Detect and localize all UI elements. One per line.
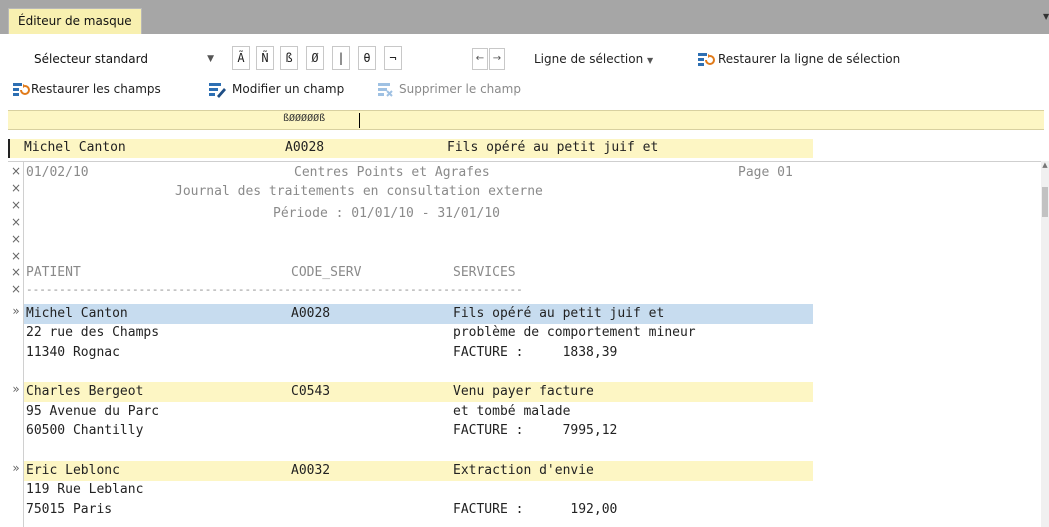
record-city: 60500 Chantilly <box>26 423 144 438</box>
ruler-mask-text: ßØØØØØß <box>283 113 326 124</box>
line-gutter: × × × × × × × × » » » <box>8 162 24 527</box>
ignore-mark-icon[interactable]: × <box>10 198 22 212</box>
tab-masque-editor[interactable]: Éditeur de masque <box>8 8 142 34</box>
delete-field-icon <box>377 82 393 97</box>
record-invoice: FACTURE : 7995,12 <box>453 423 618 438</box>
ignore-mark-icon[interactable]: × <box>10 232 22 246</box>
selection-line[interactable]: Michel Canton A0028 Fils opéré au petit … <box>8 139 813 158</box>
record-mark-icon[interactable]: » <box>10 304 22 318</box>
modify-field-button[interactable]: Modifier un champ <box>232 80 344 98</box>
report-journal-title: Journal des traitements en consultation … <box>175 184 543 199</box>
record-service: Extraction d'envie <box>453 463 594 478</box>
record-name: Eric Leblonc <box>26 463 120 478</box>
record-code: C0543 <box>291 384 331 399</box>
ignore-mark-icon[interactable]: × <box>10 265 22 279</box>
report-period: Période : 01/01/10 - 31/01/10 <box>273 206 500 221</box>
record-address: 22 rue des Champs <box>26 325 160 340</box>
record-code: A0032 <box>291 463 331 478</box>
restore-line-icon <box>697 52 715 66</box>
title-bar: Éditeur de masque ▼ <box>0 0 1049 34</box>
restore-selection-button[interactable]: Restaurer la ligne de sélection <box>718 50 900 68</box>
char-button-n-tilde[interactable]: Ñ <box>256 46 274 70</box>
selector-value: Sélecteur standard <box>34 52 148 66</box>
tab-dropdown-icon[interactable]: ▼ <box>1043 12 1049 22</box>
record-row-highlight <box>24 461 813 481</box>
ignore-mark-icon[interactable]: × <box>10 215 22 229</box>
nav-left-button[interactable]: ← <box>472 48 488 70</box>
report-page: Page 01 <box>738 165 793 180</box>
record-service: Fils opéré au petit juif et <box>453 306 665 321</box>
report-preview[interactable]: × × × × × × × × » » » 01/02/10 Centres P… <box>8 161 1044 527</box>
char-button-a-tilde[interactable]: Ã <box>232 46 250 70</box>
record-mark-icon[interactable]: » <box>10 382 22 396</box>
ignore-mark-icon[interactable]: × <box>10 181 22 195</box>
record-service-2: problème de comportement mineur <box>453 325 696 340</box>
record-name: Charles Bergeot <box>26 384 144 399</box>
record-service-2: et tombé malade <box>453 404 571 419</box>
selection-line-label: Ligne de sélection <box>534 52 644 66</box>
record-city: 75015 Paris <box>26 502 113 517</box>
report-date: 01/02/10 <box>26 165 89 180</box>
ignore-mark-icon[interactable]: × <box>10 164 22 178</box>
record-name: Michel Canton <box>26 306 128 321</box>
scroll-up-icon[interactable]: ▲ <box>1041 161 1049 173</box>
char-button-eszett[interactable]: ß <box>280 46 298 70</box>
char-button-theta[interactable]: θ <box>358 46 376 70</box>
ignore-mark-icon[interactable]: × <box>10 282 22 296</box>
text-cursor <box>359 113 360 128</box>
restore-fields-button[interactable]: Restaurer les champs <box>31 80 161 98</box>
scrollbar-thumb[interactable] <box>1042 187 1048 217</box>
record-invoice: FACTURE : 192,00 <box>453 502 618 517</box>
selection-line-patient: Michel Canton <box>24 140 126 155</box>
restore-fields-icon <box>12 82 30 96</box>
chevron-down-icon: ▼ <box>207 54 214 64</box>
char-button-not-sign[interactable]: ¬ <box>384 46 402 70</box>
record-row-highlight <box>24 304 813 324</box>
chevron-down-icon: ▼ <box>647 56 654 65</box>
char-button-pipe[interactable]: | <box>332 46 350 70</box>
record-invoice: FACTURE : 1838,39 <box>453 345 618 360</box>
edit-field-icon <box>208 82 226 98</box>
selection-line-code: A0028 <box>285 140 325 155</box>
record-mark-icon[interactable]: » <box>10 461 22 475</box>
delete-field-button[interactable]: Supprimer le champ <box>399 80 521 98</box>
report-org: Centres Points et Agrafes <box>294 165 490 180</box>
record-city: 11340 Rognac <box>26 345 120 360</box>
nav-right-button[interactable]: → <box>489 48 505 70</box>
record-service: Venu payer facture <box>453 384 594 399</box>
mask-ruler[interactable]: ßØØØØØß <box>8 110 1044 130</box>
record-address: 119 Rue Leblanc <box>26 482 144 497</box>
ignore-mark-icon[interactable]: × <box>10 249 22 263</box>
record-code: A0028 <box>291 306 331 321</box>
record-address: 95 Avenue du Parc <box>26 404 160 419</box>
selection-line-dropdown[interactable]: Ligne de sélection ▼ <box>534 50 653 70</box>
toolbar: Sélecteur standard ▼ Ã Ñ ß Ø | θ ¬ ← → L… <box>0 34 1049 106</box>
selector-dropdown[interactable]: Sélecteur standard ▼ <box>28 48 220 70</box>
selection-line-service: Fils opéré au petit juif et <box>447 140 659 155</box>
report-separator: ----------------------------------------… <box>26 283 523 296</box>
char-button-o-slash[interactable]: Ø <box>306 46 324 70</box>
